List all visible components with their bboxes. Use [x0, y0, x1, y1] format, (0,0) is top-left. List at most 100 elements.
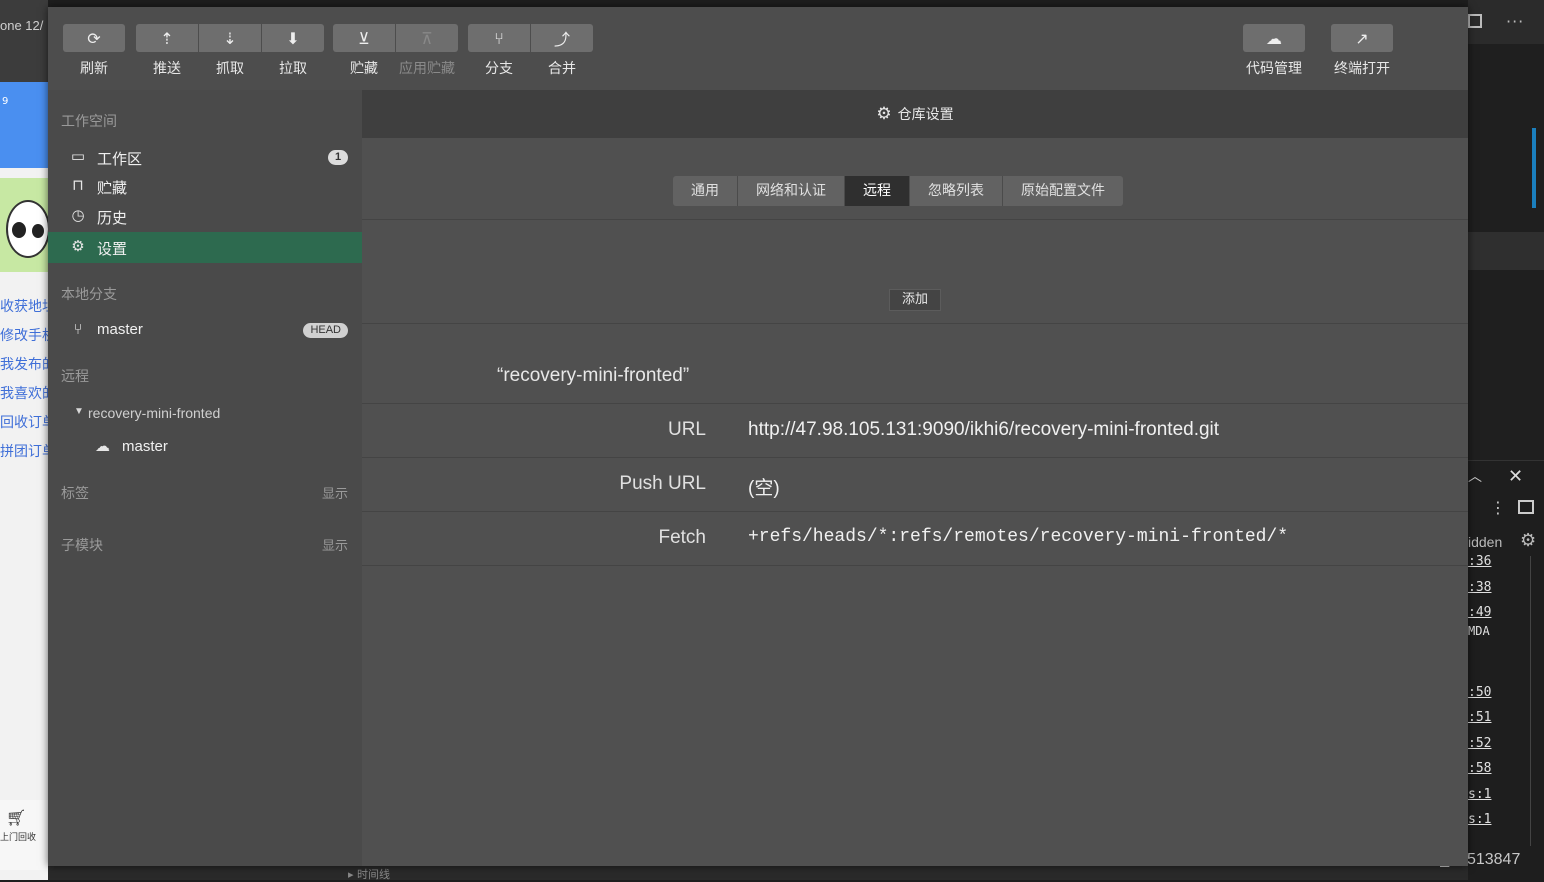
caret-down-icon[interactable]: ▼	[74, 406, 84, 417]
settings-content: ⚙ 仓库设置 通用 网络和认证 远程 忽略列表 原始配置文件 添加 “recov…	[362, 90, 1468, 866]
fetch-label: 抓取	[216, 61, 244, 77]
changes-count-badge: 1	[328, 150, 348, 165]
log-time[interactable]: s:1	[1468, 787, 1491, 802]
log-time[interactable]: :38	[1468, 580, 1491, 595]
editor-panel: ··· ︿ ✕ ⋮ idden ⚙ :36 :38 :49 MDA :50 :5…	[1468, 0, 1544, 880]
divider	[362, 511, 1468, 512]
external-open-icon: ↗	[1331, 24, 1393, 52]
sidebar-item-label: 贮藏	[97, 179, 128, 197]
sidebar-item-workspace[interactable]: ▭ 工作区 1	[48, 142, 362, 173]
device-name[interactable]: one 12/	[0, 18, 43, 33]
git-tool-window: ⟳ 刷新 ⇡ 推送 ⇣ 抓取 ⬇ 拉取 ⊻ 贮藏 ⊼ 应用贮藏 ⑂ 分支 ⤴ 合	[48, 7, 1468, 866]
code-management-button[interactable]: ☁ 代码管理	[1243, 24, 1305, 84]
history-icon: ◷	[71, 206, 85, 224]
open-terminal-button[interactable]: ↗ 终端打开	[1331, 24, 1393, 84]
log-time[interactable]: :49	[1468, 605, 1491, 620]
head-badge: HEAD	[303, 323, 348, 338]
code-management-label: 代码管理	[1246, 61, 1302, 77]
tabbar-label: 上门回收	[0, 833, 37, 843]
branch-icon: ⑂	[73, 320, 83, 338]
sidebar-item-stash[interactable]: ⊓ 贮藏	[48, 171, 362, 202]
editor-line-highlight	[1468, 232, 1544, 270]
local-branches-section-title: 本地分支	[61, 287, 117, 303]
branch-label: 分支	[485, 61, 513, 77]
settings-tabs: 通用 网络和认证 远程 忽略列表 原始配置文件	[673, 176, 1123, 206]
log-time[interactable]: :58	[1468, 761, 1491, 776]
submodules-show-toggle[interactable]: 显示	[322, 535, 348, 554]
apply-stash-icon: ⊼	[396, 24, 458, 52]
stash-icon: ⊻	[333, 24, 395, 52]
push-icon: ⇡	[136, 24, 198, 52]
log-time[interactable]: :51	[1468, 710, 1491, 725]
chevron-up-icon[interactable]: ︿	[1468, 466, 1482, 486]
branch-icon: ⑂	[468, 24, 530, 52]
tab-network-auth[interactable]: 网络和认证	[738, 176, 845, 206]
sidebar-item-history[interactable]: ◷ 历史	[48, 201, 362, 232]
simulator-header: 9	[0, 82, 48, 168]
log-time[interactable]: s:1	[1468, 812, 1491, 827]
cart-icon: 🛒︎	[6, 808, 27, 827]
push-url-label: Push URL	[619, 473, 706, 494]
sidebar-item-settings[interactable]: ⚙ 设置	[48, 232, 362, 263]
tags-section-title: 标签	[61, 486, 89, 502]
fetch-label: Fetch	[658, 527, 706, 548]
remote-name: “recovery-mini-fronted”	[497, 365, 690, 386]
stash-button[interactable]: ⊻ 贮藏	[333, 24, 395, 84]
divider	[1530, 556, 1531, 846]
merge-icon: ⤴	[531, 24, 593, 52]
simulator-topbar: one 12/	[0, 0, 48, 82]
more-icon[interactable]: ···	[1506, 12, 1524, 31]
remote-item[interactable]: recovery-mini-fronted	[88, 405, 220, 421]
tabbar-item-recycle[interactable]: 🛒︎ 上门回收	[0, 800, 48, 870]
push-url-value[interactable]: (空)	[748, 473, 780, 500]
gear-icon: ⚙	[71, 237, 85, 255]
tab-remotes[interactable]: 远程	[845, 176, 910, 206]
stash-label: 贮藏	[350, 61, 378, 77]
url-label: URL	[667, 419, 706, 440]
branch-name: master	[97, 321, 143, 338]
remote-branch-item[interactable]: master	[122, 438, 168, 455]
split-editor-icon[interactable]	[1468, 14, 1482, 28]
log-time[interactable]: :36	[1468, 554, 1491, 569]
merge-button[interactable]: ⤴ 合并	[531, 24, 593, 84]
add-remote-button[interactable]: 添加	[889, 289, 942, 311]
close-icon[interactable]: ✕	[1508, 466, 1523, 487]
divider	[362, 219, 1468, 220]
branch-button[interactable]: ⑂ 分支	[468, 24, 530, 84]
refresh-button[interactable]: ⟳ 刷新	[63, 24, 125, 84]
tags-show-toggle[interactable]: 显示	[322, 483, 348, 502]
tab-general[interactable]: 通用	[673, 176, 738, 206]
pull-icon: ⬇	[262, 24, 324, 52]
push-label: 推送	[153, 61, 181, 77]
log-time[interactable]: :52	[1468, 736, 1491, 751]
simulator-panel: one 12/ 9 收获地址 修改手机 我发布的 我喜欢的 回收订单 拼团订单 …	[0, 0, 56, 880]
log-time[interactable]: :50	[1468, 685, 1491, 700]
apply-stash-button[interactable]: ⊼ 应用贮藏	[396, 24, 458, 84]
pull-label: 拉取	[279, 61, 307, 77]
gear-icon[interactable]: ⚙	[1520, 530, 1536, 551]
sidebar: 工作空间 ▭ 工作区 1 ⊓ 贮藏 ◷ 历史 ⚙ 设置 本地分支 ⑂ maste…	[48, 90, 362, 866]
scroll-indicator[interactable]	[1532, 128, 1536, 208]
stash-icon: ⊓	[72, 176, 84, 194]
branch-item-master[interactable]: ⑂ master HEAD	[48, 315, 362, 346]
refresh-icon: ⟳	[63, 24, 125, 52]
tab-raw-config[interactable]: 原始配置文件	[1003, 176, 1123, 206]
kebab-icon[interactable]: ⋮	[1490, 498, 1506, 517]
page-title: 仓库设置	[897, 107, 954, 123]
editor-header: ···	[1468, 0, 1544, 44]
pull-button[interactable]: ⬇ 拉取	[262, 24, 324, 84]
divider	[362, 457, 1468, 458]
fetch-button[interactable]: ⇣ 抓取	[199, 24, 261, 84]
merge-label: 合并	[548, 61, 576, 77]
status-text: 9	[2, 96, 9, 107]
url-value[interactable]: http://47.98.105.131:9090/ikhi6/recovery…	[748, 419, 1219, 441]
divider	[362, 323, 1468, 324]
divider	[362, 403, 1468, 404]
tab-ignore-list[interactable]: 忽略列表	[910, 176, 1003, 206]
push-button[interactable]: ⇡ 推送	[136, 24, 198, 84]
fetch-refspec-value[interactable]: +refs/heads/*:refs/remotes/recovery-mini…	[748, 527, 1288, 547]
gear-icon: ⚙	[876, 104, 892, 124]
bottom-strip: ▸ 时间线	[48, 866, 1468, 881]
restore-panel-icon[interactable]	[1518, 500, 1534, 514]
toolbar: ⟳ 刷新 ⇡ 推送 ⇣ 抓取 ⬇ 拉取 ⊻ 贮藏 ⊼ 应用贮藏 ⑂ 分支 ⤴ 合	[48, 7, 1468, 90]
